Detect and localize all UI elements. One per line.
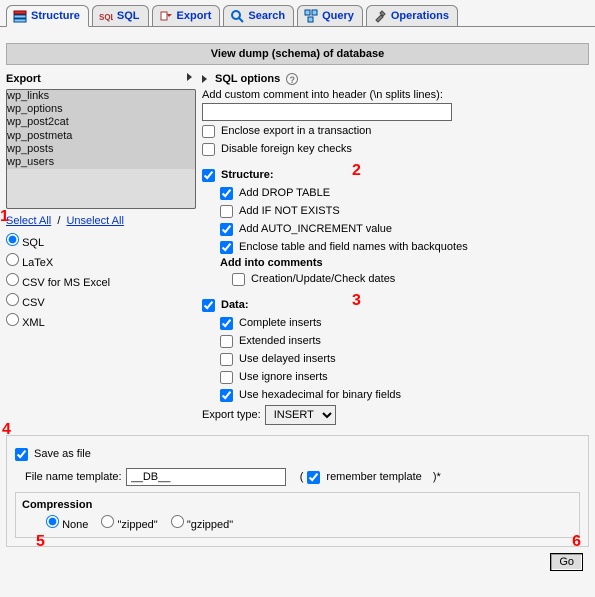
comment-label: Add custom comment into header (\n split… <box>202 89 589 101</box>
delayed-inserts-checkbox[interactable] <box>220 353 233 366</box>
save-as-file-legend: Save as file <box>34 446 91 462</box>
sql-icon: SQL <box>99 9 113 23</box>
export-icon <box>159 9 173 23</box>
enclose-tx-label: Enclose export in a transaction <box>221 123 371 139</box>
disable-fk-label: Disable foreign key checks <box>221 141 352 157</box>
fmt-sql[interactable]: SQL <box>6 233 196 249</box>
delayed-inserts-label: Use delayed inserts <box>239 351 336 367</box>
backquote-checkbox[interactable] <box>220 241 233 254</box>
table-option[interactable]: wp_posts <box>7 143 195 156</box>
table-option[interactable]: wp_post2cat <box>7 116 195 129</box>
compress-gzipped[interactable]: "gzipped" <box>171 519 233 531</box>
structure-legend: Structure: <box>221 167 274 183</box>
annotation-3: 3 <box>352 293 361 309</box>
data-checkbox[interactable] <box>202 299 215 312</box>
search-icon <box>230 9 244 23</box>
compress-zipped[interactable]: "zipped" <box>101 519 157 531</box>
structure-checkbox[interactable] <box>202 169 215 182</box>
tab-query[interactable]: Query <box>297 5 363 27</box>
table-option[interactable]: wp_postmeta <box>7 130 195 143</box>
fmt-csv-excel[interactable]: CSV for MS Excel <box>6 273 196 289</box>
tab-label: Export <box>177 10 212 22</box>
go-button[interactable]: Go <box>550 553 583 571</box>
tab-label: Query <box>322 10 354 22</box>
tab-structure[interactable]: Structure <box>6 5 89 27</box>
drop-table-checkbox[interactable] <box>220 187 233 200</box>
complete-inserts-label: Complete inserts <box>239 315 322 331</box>
annotation-2: 2 <box>352 163 361 179</box>
select-all-link[interactable]: Select All <box>6 215 51 227</box>
tab-operations[interactable]: Operations <box>366 5 458 27</box>
unselect-all-link[interactable]: Unselect All <box>66 215 123 227</box>
fmt-xml[interactable]: XML <box>6 313 196 329</box>
structure-icon <box>13 9 27 23</box>
tables-listbox[interactable]: wp_linkswp_optionswp_post2catwp_postmeta… <box>6 89 196 209</box>
complete-inserts-checkbox[interactable] <box>220 317 233 330</box>
data-legend: Data: <box>221 297 249 313</box>
extended-inserts-checkbox[interactable] <box>220 335 233 348</box>
sep: / <box>54 215 63 227</box>
remember-suffix: )* <box>433 469 441 485</box>
tab-sql[interactable]: SQL SQL <box>92 5 149 27</box>
operations-icon <box>373 9 387 23</box>
drop-table-label: Add DROP TABLE <box>239 185 330 201</box>
save-as-file-checkbox[interactable] <box>15 448 28 461</box>
svg-text:SQL: SQL <box>99 13 113 22</box>
extended-inserts-label: Extended inserts <box>239 333 321 349</box>
tab-export[interactable]: Export <box>152 5 221 27</box>
hex-binary-label: Use hexadecimal for binary fields <box>239 387 401 403</box>
backquote-label: Enclose table and field names with backq… <box>239 239 468 255</box>
auto-increment-checkbox[interactable] <box>220 223 233 236</box>
paren-open: ( <box>300 469 304 485</box>
sql-options-legend: SQL options <box>215 73 280 85</box>
hex-binary-checkbox[interactable] <box>220 389 233 402</box>
query-icon <box>304 9 318 23</box>
table-option[interactable]: wp_links <box>7 90 195 103</box>
fmt-csv[interactable]: CSV <box>6 293 196 309</box>
compression-legend: Compression <box>22 499 573 511</box>
tab-bar: Structure SQL SQL Export Search Query Op… <box>0 0 595 27</box>
export-legend: Export <box>6 73 41 85</box>
export-type-select[interactable]: INSERT <box>265 405 336 425</box>
enclose-tx-checkbox[interactable] <box>202 125 215 138</box>
disable-fk-checkbox[interactable] <box>202 143 215 156</box>
compress-none[interactable]: None <box>46 519 88 531</box>
export-type-label: Export type: <box>202 407 261 423</box>
disclosure-icon <box>202 75 207 83</box>
remember-template-label: remember template <box>326 469 421 485</box>
if-not-exists-checkbox[interactable] <box>220 205 233 218</box>
ignore-inserts-label: Use ignore inserts <box>239 369 328 385</box>
table-option[interactable]: wp_users <box>7 156 195 169</box>
disclosure-icon <box>187 73 192 81</box>
comment-input[interactable] <box>202 103 452 121</box>
fmt-latex[interactable]: LaTeX <box>6 253 196 269</box>
auto-increment-label: Add AUTO_INCREMENT value <box>239 221 392 237</box>
tab-label: Search <box>248 10 285 22</box>
filename-input[interactable] <box>126 468 286 486</box>
creation-dates-checkbox[interactable] <box>232 273 245 286</box>
page-title: View dump (schema) of database <box>6 43 589 65</box>
tab-search[interactable]: Search <box>223 5 294 27</box>
if-not-exists-label: Add IF NOT EXISTS <box>239 203 340 219</box>
remember-template-checkbox[interactable] <box>307 471 320 484</box>
creation-dates-label: Creation/Update/Check dates <box>251 271 395 287</box>
tab-label: Structure <box>31 10 80 22</box>
add-comments-legend: Add into comments <box>220 257 589 269</box>
ignore-inserts-checkbox[interactable] <box>220 371 233 384</box>
help-icon[interactable]: ? <box>286 73 298 85</box>
table-option[interactable]: wp_options <box>7 103 195 116</box>
tab-label: SQL <box>117 10 140 22</box>
filename-label: File name template: <box>25 469 122 485</box>
tab-label: Operations <box>391 10 449 22</box>
